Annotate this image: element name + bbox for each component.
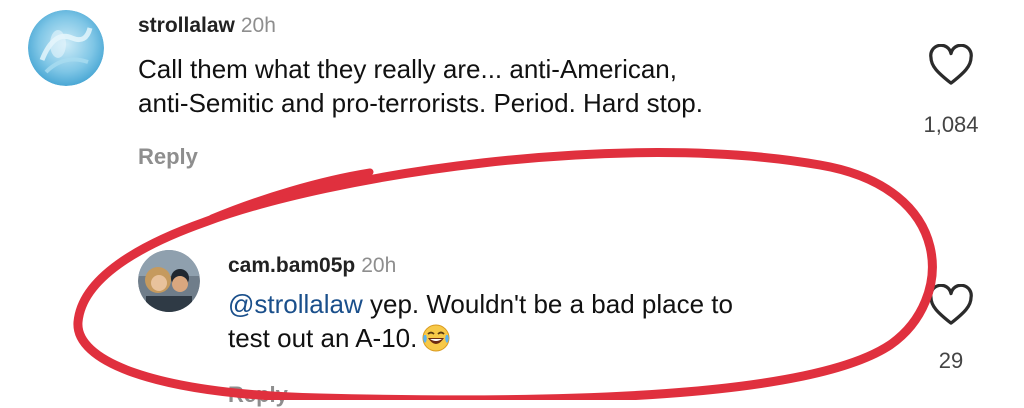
avatar[interactable] [28,10,104,86]
comment-text-fragment: test out an A-10. [228,323,418,354]
comment-text-fragment: yep. Wouldn't be a bad place to [362,289,733,319]
avatar-image [28,10,104,86]
like-button[interactable] [928,283,974,331]
like-count: 1,084 [923,112,979,137]
comment-text: @strollalaw yep. Wouldn't be a bad place… [228,287,733,362]
avatar-image [138,250,200,312]
comment-username[interactable]: strollalaw [138,14,235,37]
avatar[interactable] [138,250,200,312]
comment-text-line: Call them what they really are... anti-A… [138,54,677,84]
laughing-with-tears-emoji-icon [421,323,451,361]
like-button[interactable] [928,43,974,91]
heart-icon [929,43,973,85]
heart-icon [929,283,973,325]
comment-timestamp: 20h [361,254,397,277]
comment-text-line: test out an A-10. [228,321,733,361]
comment-timestamp: 20h [240,14,276,37]
mention-link[interactable]: @strollalaw [228,289,363,319]
reply-button[interactable]: Reply [138,144,198,170]
comment-text: Call them what they really are... anti-A… [138,52,703,121]
like-count: 29 [938,348,964,373]
comment-username[interactable]: cam.bam05p [228,254,355,277]
reply-button[interactable]: Reply [228,382,288,408]
comment-text-line: @strollalaw yep. Wouldn't be a bad place… [228,287,733,321]
comment-text-line: anti-Semitic and pro-terrorists. Period.… [138,88,703,119]
